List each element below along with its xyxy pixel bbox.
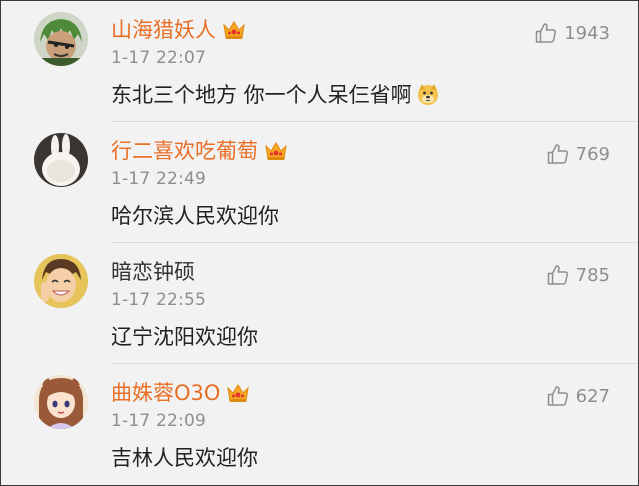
thumbs-up-icon bbox=[547, 265, 568, 285]
comment-time: 1-17 22:55 bbox=[111, 290, 206, 310]
thumbs-up-icon bbox=[547, 144, 568, 164]
crown-icon bbox=[223, 21, 245, 39]
comment-text: 东北三个地方 你一个人呆仨省啊 bbox=[111, 79, 440, 109]
comment-item: 曲姝蓉O3O 1-17 22:09 吉林人民欢迎你 627 bbox=[1, 364, 638, 485]
like-button[interactable]: 785 bbox=[546, 261, 610, 289]
avatar[interactable] bbox=[34, 133, 88, 187]
like-button[interactable]: 1943 bbox=[534, 19, 610, 47]
like-button[interactable]: 627 bbox=[546, 382, 610, 410]
comment-item: 山海猎妖人 1-17 22:07 东北三个地方 你一个人呆仨省啊 1943 bbox=[1, 1, 638, 122]
thumbs-up-icon bbox=[547, 386, 568, 406]
comment-text-content: 哈尔滨人民欢迎你 bbox=[111, 204, 279, 228]
comment-text-content: 吉林人民欢迎你 bbox=[111, 446, 258, 470]
comment-item: 行二喜欢吃葡萄 1-17 22:49 哈尔滨人民欢迎你 769 bbox=[1, 122, 638, 243]
like-count: 769 bbox=[575, 143, 610, 165]
avatar[interactable] bbox=[34, 12, 88, 66]
author-name[interactable]: 山海猎妖人 bbox=[111, 15, 216, 45]
like-count: 785 bbox=[575, 264, 610, 286]
crown-icon bbox=[265, 142, 287, 160]
doge-emoji-icon bbox=[417, 84, 438, 105]
thumbs-up-icon bbox=[535, 23, 557, 43]
like-count: 627 bbox=[575, 385, 610, 407]
crown-icon bbox=[227, 384, 250, 402]
avatar[interactable] bbox=[34, 254, 88, 308]
comment-time: 1-17 22:09 bbox=[111, 411, 206, 431]
comment-list: 山海猎妖人 1-17 22:07 东北三个地方 你一个人呆仨省啊 1943 行二… bbox=[0, 0, 639, 486]
avatar[interactable] bbox=[34, 375, 88, 429]
author-name[interactable]: 暗恋钟硕 bbox=[111, 257, 195, 287]
comment-item: 暗恋钟硕 1-17 22:55 辽宁沈阳欢迎你 785 bbox=[1, 243, 638, 364]
comment-text: 辽宁沈阳欢迎你 bbox=[111, 321, 258, 351]
comment-text: 哈尔滨人民欢迎你 bbox=[111, 200, 279, 230]
author-name[interactable]: 行二喜欢吃葡萄 bbox=[111, 136, 258, 166]
comment-text: 吉林人民欢迎你 bbox=[111, 442, 258, 472]
comment-time: 1-17 22:07 bbox=[111, 48, 206, 68]
like-button[interactable]: 769 bbox=[546, 140, 610, 168]
like-count: 1943 bbox=[564, 22, 610, 44]
comment-text-content: 辽宁沈阳欢迎你 bbox=[111, 325, 258, 349]
comment-text-content: 东北三个地方 你一个人呆仨省啊 bbox=[111, 83, 412, 107]
author-name[interactable]: 曲姝蓉O3O bbox=[111, 378, 220, 408]
comment-time: 1-17 22:49 bbox=[111, 169, 206, 189]
